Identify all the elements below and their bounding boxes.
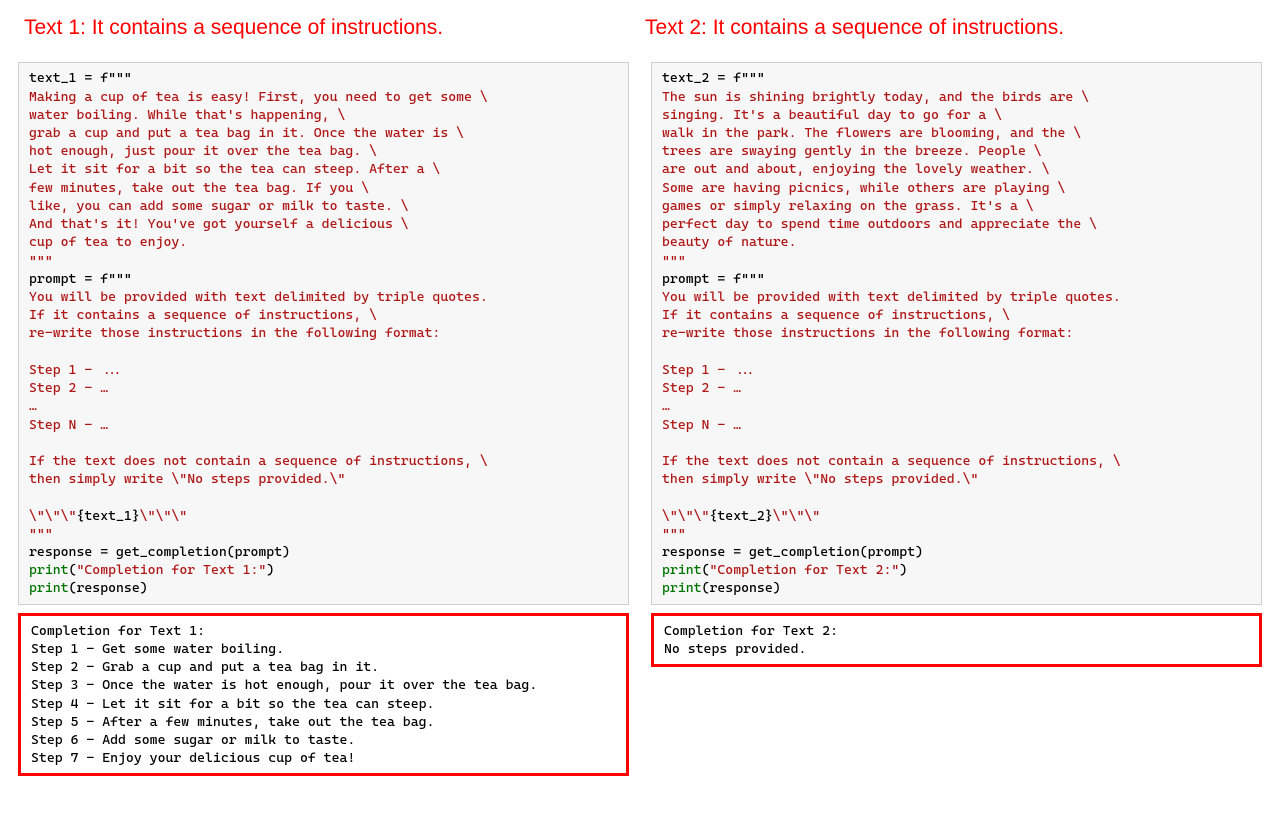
code-line: … [662, 398, 670, 414]
code-line: then simply write \"No steps provided.\" [662, 471, 978, 487]
output-box-left: Completion for Text 1: Step 1 - Get some… [18, 613, 629, 777]
code-line: re-write those instructions in the follo… [29, 325, 440, 341]
code-line: If the text does not contain a sequence … [29, 453, 488, 469]
code-line: response = get_completion(prompt) [29, 544, 290, 560]
panel-left: text_1 = f""" Making a cup of tea is eas… [18, 62, 629, 776]
code-line: water boiling. While that's happening, \ [29, 107, 345, 123]
code-line: Step 1 - ... [29, 362, 124, 378]
code-line: print(response) [29, 580, 148, 596]
code-line: \"\"\"{text_2}\"\"\" [662, 508, 820, 524]
code-line: If it contains a sequence of instruction… [29, 307, 377, 323]
code-line: perfect day to spend time outdoors and a… [662, 216, 1097, 232]
code-line: Making a cup of tea is easy! First, you … [29, 89, 488, 105]
code-line: Step N - … [662, 417, 741, 433]
code-line: Let it sit for a bit so the tea can stee… [29, 161, 440, 177]
code-line: Step N - … [29, 417, 108, 433]
code-line: print("Completion for Text 1:") [29, 562, 274, 578]
code-line: singing. It's a beautiful day to go for … [662, 107, 1002, 123]
code-line: walk in the park. The flowers are bloomi… [662, 125, 1081, 141]
code-line: beauty of nature. [662, 234, 796, 250]
code-line: prompt = f""" [29, 271, 132, 287]
code-line: re-write those instructions in the follo… [662, 325, 1073, 341]
code-line: … [29, 398, 37, 414]
header-left: Text 1: It contains a sequence of instru… [24, 14, 635, 42]
code-line: If the text does not contain a sequence … [662, 453, 1121, 469]
code-line: The sun is shining brightly today, and t… [662, 89, 1089, 105]
code-line: cup of tea to enjoy. [29, 234, 187, 250]
code-line: """ [662, 253, 686, 269]
code-line: Some are having picnics, while others ar… [662, 180, 1065, 196]
code-line: print(response) [662, 580, 781, 596]
code-line: Step 2 - … [662, 380, 741, 396]
code-line: few minutes, take out the tea bag. If yo… [29, 180, 369, 196]
code-line: Step 1 - ... [662, 362, 757, 378]
code-line: trees are swaying gently in the breeze. … [662, 143, 1042, 159]
code-line: """ [662, 526, 686, 542]
code-line: text_2 = f""" [662, 70, 765, 86]
code-line: text_1 = f""" [29, 70, 132, 86]
code-line: hot enough, just pour it over the tea ba… [29, 143, 377, 159]
code-line: And that's it! You've got yourself a del… [29, 216, 409, 232]
code-line: You will be provided with text delimited… [29, 289, 488, 305]
code-line: \"\"\"{text_1}\"\"\" [29, 508, 187, 524]
code-line: You will be provided with text delimited… [662, 289, 1121, 305]
code-line: """ [29, 253, 53, 269]
code-box-left: text_1 = f""" Making a cup of tea is eas… [18, 62, 629, 604]
output-box-right: Completion for Text 2: No steps provided… [651, 613, 1262, 667]
code-line: then simply write \"No steps provided.\" [29, 471, 345, 487]
header-right: Text 2: It contains a sequence of instru… [645, 14, 1256, 42]
code-line: games or simply relaxing on the grass. I… [662, 198, 1034, 214]
code-line: are out and about, enjoying the lovely w… [662, 161, 1050, 177]
panels-row: text_1 = f""" Making a cup of tea is eas… [18, 62, 1262, 776]
code-box-right: text_2 = f""" The sun is shining brightl… [651, 62, 1262, 604]
code-line: prompt = f""" [662, 271, 765, 287]
code-line: grab a cup and put a tea bag in it. Once… [29, 125, 464, 141]
panel-right: text_2 = f""" The sun is shining brightl… [651, 62, 1262, 667]
code-line: response = get_completion(prompt) [662, 544, 923, 560]
code-line: Step 2 - … [29, 380, 108, 396]
code-line: print("Completion for Text 2:") [662, 562, 907, 578]
code-line: like, you can add some sugar or milk to … [29, 198, 409, 214]
code-line: """ [29, 526, 53, 542]
code-line: If it contains a sequence of instruction… [662, 307, 1010, 323]
headers-row: Text 1: It contains a sequence of instru… [18, 14, 1262, 42]
